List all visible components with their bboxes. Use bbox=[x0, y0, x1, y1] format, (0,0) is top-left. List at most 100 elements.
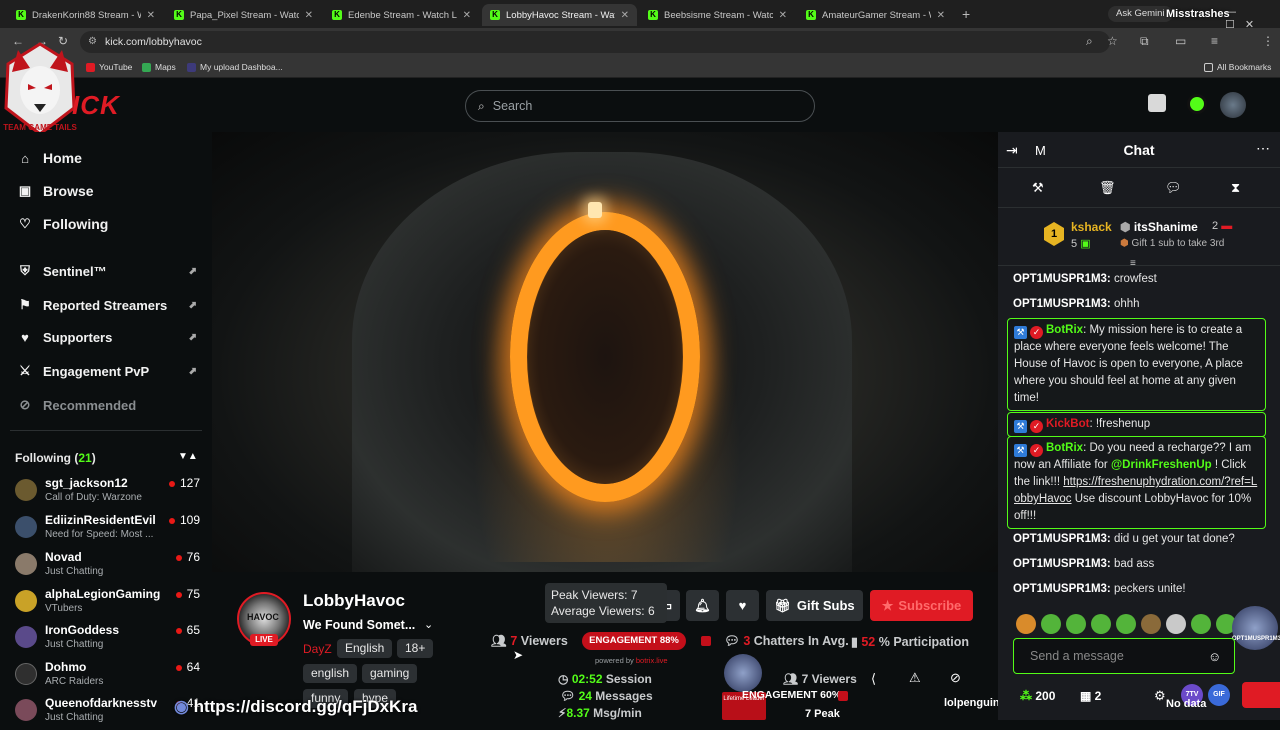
tag[interactable]: gaming bbox=[362, 664, 418, 683]
following-channel[interactable]: sgt_jackson12 Call of Duty: Warzone 127 bbox=[15, 476, 200, 510]
chevron-down-icon[interactable]: ⌄ bbox=[424, 618, 433, 631]
search-input[interactable]: Search bbox=[493, 99, 533, 113]
browser-tab-active[interactable]: K LobbyHavoc Stream - Watc ✕ bbox=[482, 4, 637, 26]
expand-leaderboard-icon[interactable]: ≡ bbox=[1130, 258, 1136, 269]
heart-icon: ♥ bbox=[738, 598, 747, 613]
emote-icon[interactable] bbox=[1016, 614, 1036, 634]
kick-favicon-icon: K bbox=[332, 10, 342, 20]
close-tab-icon[interactable]: ✕ bbox=[779, 10, 787, 21]
users-icon: 👥︎ bbox=[783, 672, 802, 686]
emote-icon[interactable] bbox=[1141, 614, 1161, 634]
avatar bbox=[15, 553, 37, 575]
user-avatar[interactable] bbox=[1220, 92, 1246, 118]
following-channel[interactable]: alphaLegionGaming VTubers 75 bbox=[15, 587, 200, 621]
avatar bbox=[15, 590, 37, 612]
sidebar-item-home[interactable]: ⌂ Home bbox=[17, 150, 197, 166]
sidebar-item-sentinel[interactable]: ⛨ Sentinel™ ⬈ bbox=[17, 263, 197, 279]
emoji-icon[interactable]: ☺ bbox=[1208, 649, 1221, 664]
sidebar-item-browse[interactable]: ▣ Browse bbox=[17, 183, 197, 199]
share-icon[interactable]: ⟨ bbox=[871, 671, 876, 687]
bookmark-maps[interactable]: Maps bbox=[142, 62, 176, 72]
sidebar-item-reported-streamers[interactable]: ⚑ Reported Streamers ⬈ bbox=[17, 297, 197, 313]
emote-icon[interactable] bbox=[1116, 614, 1136, 634]
bookmark-upload-dashboard[interactable]: My upload Dashboa... bbox=[187, 62, 283, 72]
close-tab-icon[interactable]: ✕ bbox=[937, 10, 945, 21]
close-tab-icon[interactable]: ✕ bbox=[147, 10, 155, 21]
address-bar[interactable]: ⚙ kick.com/lobbyhavoc bbox=[80, 31, 1110, 53]
sort-toggle-icon[interactable]: ▼▲ bbox=[178, 451, 198, 462]
browser-tab[interactable]: K AmateurGamer Stream - W ✕ bbox=[798, 4, 953, 26]
verified-badge-icon: ✓ bbox=[1030, 326, 1043, 339]
gift-subs-button[interactable]: 🎁︎ Gift Subs bbox=[766, 590, 863, 621]
emote-icon[interactable] bbox=[1041, 614, 1061, 634]
following-channel[interactable]: IronGoddess Just Chatting 65 bbox=[15, 623, 200, 657]
video-player[interactable] bbox=[212, 132, 998, 572]
browser-tab[interactable]: K Beebsisme Stream - Watch ✕ bbox=[640, 4, 795, 26]
emote-icon[interactable] bbox=[1166, 614, 1186, 634]
site-info-icon[interactable]: ⚙ bbox=[88, 31, 97, 53]
notification-button[interactable]: 🔔︎ bbox=[686, 590, 719, 621]
emote-icon[interactable] bbox=[1091, 614, 1111, 634]
leader-name[interactable]: ⬢ itsShanime bbox=[1120, 220, 1198, 234]
emote-icon[interactable] bbox=[1066, 614, 1086, 634]
send-button[interactable] bbox=[1242, 682, 1280, 708]
trash-icon[interactable]: 🗑︎ bbox=[1099, 180, 1116, 196]
browser-tab[interactable]: K DrakenKorin88 Stream - W ✕ bbox=[8, 4, 163, 26]
settings-icon[interactable]: ⚙ bbox=[1154, 688, 1166, 704]
bell-icon: 🔔︎ bbox=[694, 597, 711, 613]
gif-icon[interactable]: GIF bbox=[1208, 684, 1230, 706]
chat-bubble-icon: 💬︎ bbox=[560, 689, 579, 703]
tag[interactable]: english bbox=[303, 664, 358, 683]
new-tab-icon[interactable]: + bbox=[962, 6, 970, 22]
following-channel[interactable]: Queenofdarknesstv Just Chatting 41 bbox=[15, 696, 200, 730]
emote-icon[interactable] bbox=[1191, 614, 1211, 634]
close-tab-icon[interactable]: ✕ bbox=[621, 10, 629, 21]
cast-icon[interactable]: ▭ bbox=[1175, 34, 1186, 48]
kick-points-icon[interactable] bbox=[1187, 94, 1207, 114]
following-channel[interactable]: Novad Just Chatting 76 bbox=[15, 550, 200, 584]
stream-category[interactable]: DayZ bbox=[303, 642, 332, 656]
following-channel[interactable]: EdiizinResidentEvil Need for Speed: Most … bbox=[15, 513, 200, 547]
subscribe-button[interactable]: ★ Subscribe bbox=[870, 590, 973, 621]
hourglass-icon[interactable]: ⧗ bbox=[1231, 180, 1240, 196]
close-tab-icon[interactable]: ✕ bbox=[305, 10, 313, 21]
browser-tab[interactable]: K Papa_Pixel Stream - Watch ✕ bbox=[166, 4, 321, 26]
streamer-name[interactable]: LobbyHavoc bbox=[303, 591, 405, 611]
all-bookmarks[interactable]: All Bookmarks bbox=[1204, 62, 1271, 72]
hide-icon[interactable]: ⊘ bbox=[950, 670, 961, 686]
following-channel[interactable]: Dohmo ARC Raiders 64 bbox=[15, 660, 200, 694]
search-icon: ⌕ bbox=[478, 98, 485, 113]
sidebar-item-recommended[interactable]: ⊘ Recommended bbox=[17, 397, 197, 413]
search-bar[interactable]: ⌕ Search bbox=[465, 90, 815, 122]
chat-header: ⇥ M Chat ⋯ bbox=[998, 132, 1280, 168]
live-dot-icon bbox=[168, 517, 175, 524]
bookmark-star-icon[interactable]: ☆ bbox=[1107, 34, 1118, 48]
session-stat: ◷ 02:52 Session bbox=[558, 672, 652, 686]
zoom-icon[interactable]: ⌕ bbox=[1086, 34, 1093, 49]
close-tab-icon[interactable]: ✕ bbox=[463, 10, 471, 21]
report-icon[interactable]: ⚠ bbox=[909, 670, 921, 686]
ask-gemini-button[interactable]: Ask Gemini bbox=[1108, 6, 1173, 22]
tag[interactable]: 18+ bbox=[397, 639, 434, 658]
chat-bubble-icon[interactable]: 💬︎ bbox=[1165, 180, 1182, 196]
external-link-icon: ⬈ bbox=[188, 299, 197, 311]
gift-hint: ⬢ Gift 1 sub to take 3rd bbox=[1120, 238, 1225, 249]
chat-menu-icon[interactable]: ⋯ bbox=[1256, 140, 1270, 157]
media-icon[interactable]: ≡ bbox=[1211, 34, 1218, 48]
calendar-count[interactable]: ▦ 2 bbox=[1080, 689, 1101, 703]
hammer-icon[interactable]: ⚒ bbox=[1032, 180, 1044, 196]
points-display[interactable]: ⁂ 200 bbox=[1020, 689, 1055, 703]
stream-manager-icon[interactable] bbox=[1148, 94, 1166, 112]
tag[interactable]: English bbox=[337, 639, 393, 658]
kick-logo-text[interactable]: ICK bbox=[72, 90, 120, 121]
chat-input[interactable]: Send a message bbox=[1013, 638, 1235, 674]
follow-button[interactable]: ♥ bbox=[726, 590, 759, 621]
leader-name[interactable]: kshack bbox=[1071, 220, 1112, 234]
browser-tab[interactable]: K Edenbe Stream - Watch Liv ✕ bbox=[324, 4, 479, 26]
sidebar-item-supporters[interactable]: ♥ Supporters ⬈ bbox=[17, 330, 197, 345]
browser-menu-icon[interactable]: ⋮ bbox=[1262, 34, 1274, 48]
sidebar-item-following[interactable]: ♡ Following bbox=[17, 216, 197, 232]
bookmark-youtube[interactable]: YouTube bbox=[86, 62, 132, 72]
extensions-icon[interactable]: ⧉ bbox=[1140, 34, 1149, 49]
sidebar-item-engagement-pvp[interactable]: ⚔ Engagement PvP ⬈ bbox=[17, 363, 197, 379]
